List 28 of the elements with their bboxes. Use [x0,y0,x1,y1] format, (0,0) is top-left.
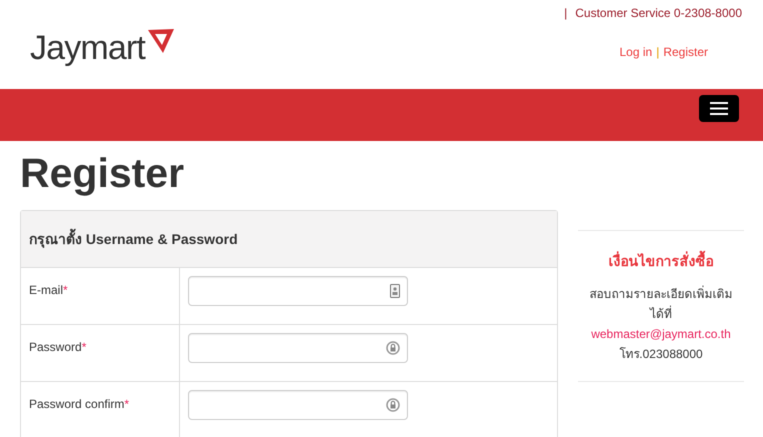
contact-card-icon [390,284,400,298]
menu-icon [710,102,728,115]
logo-text[interactable]: Jaymart [30,28,145,68]
input-field[interactable] [188,333,408,363]
field-label: Password [29,340,82,354]
page-title: Register [20,149,184,197]
sidebar-title: เงื่อนไขการสั่งซื้อ [608,251,714,272]
sidebar-text: สอบถามรายละเอียดเพิ่มเติม [590,284,732,303]
logo-triangle-icon [146,28,175,54]
header-link[interactable]: Register [663,43,708,61]
input-field[interactable] [188,276,408,306]
separator: | [564,5,568,22]
form-heading: กรุณาตั้ง Username & Password [29,228,238,250]
phone-text: โทร.023088000 [619,346,703,363]
field-label: Password confirm [29,397,124,411]
lock-icon [386,341,400,355]
header-link[interactable]: Log in [619,43,652,61]
sidebar-text: ได้ที่ [650,304,672,323]
separator: | [656,44,660,61]
required-mark: * [124,397,130,411]
menu-button[interactable] [699,95,739,122]
required-mark: * [63,283,68,297]
email-link[interactable]: webmaster@jaymart.co.th [591,324,731,344]
input-field[interactable] [188,390,408,420]
required-mark: * [82,340,86,354]
field-label: E-mail [29,283,64,297]
customer-service-text: Customer Service 0-2308-8000 [575,5,742,22]
lock-icon [386,398,400,412]
